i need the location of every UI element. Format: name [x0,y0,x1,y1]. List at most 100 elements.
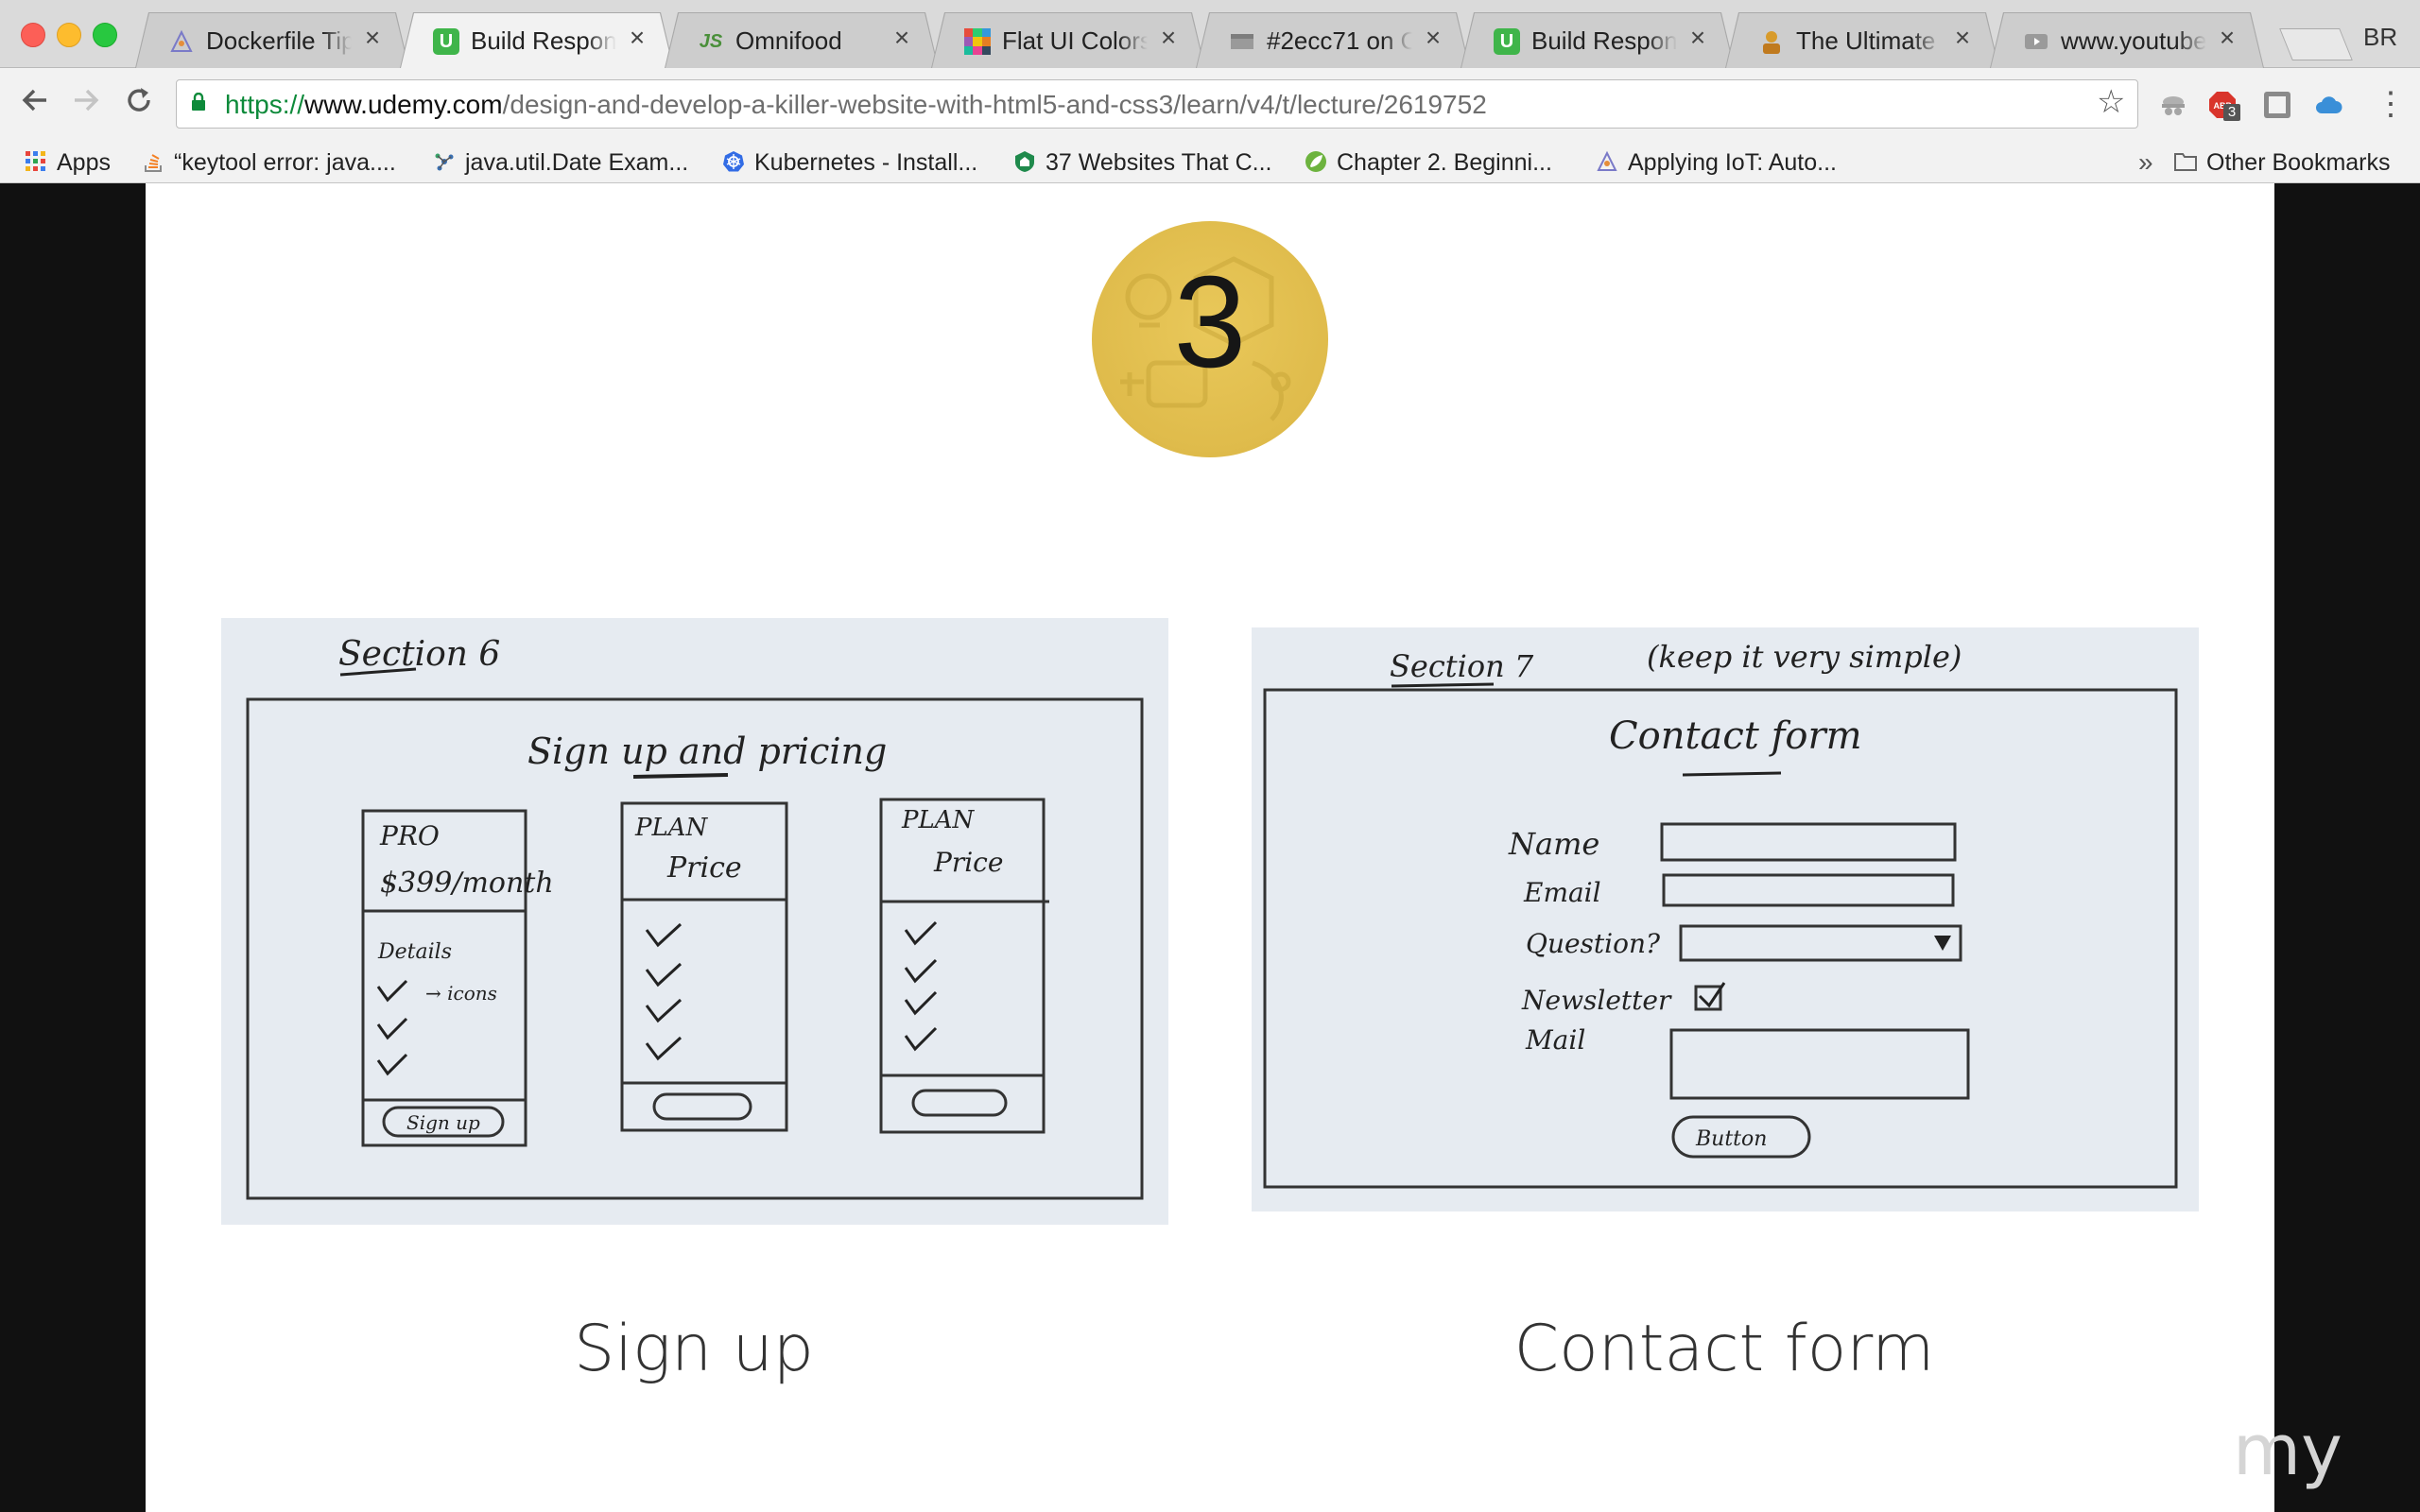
tab-build-responsive[interactable]: U Build Responsive × [1461,13,1734,68]
bookmark-kubernetes[interactable]: Kubernetes - Install... [722,142,977,183]
window-maximize-button[interactable] [93,23,117,47]
bookmark-label: “keytool error: java.... [174,149,396,176]
bookmark-label: Applying IoT: Auto... [1628,149,1837,176]
youtube-icon [2023,28,2049,55]
plan-name: PLAN [634,814,709,842]
sketch-note: (keep it very simple) [1647,639,1962,675]
bookmark-label: 37 Websites That C... [1046,149,1272,176]
bookmark-java-util-date[interactable]: java.util.Date Exam... [433,142,688,183]
kebab-menu-icon[interactable]: ⋮ [2375,85,2407,123]
sketch-title: Sign up and pricing [527,730,887,772]
tab-youtube[interactable]: www.youtube.c × [1991,13,2263,68]
tab-title: The Ultimate P [1796,26,1942,55]
reload-icon[interactable] [119,83,159,123]
bookmark-applying-iot[interactable]: Applying IoT: Auto... [1596,142,1837,183]
plan-name: PRO [379,820,440,851]
url-path: /design-and-develop-a-killer-website-wit… [502,90,1487,119]
tab-flat-ui-colors[interactable]: Flat UI Colors - × [932,13,1204,68]
close-tab-icon[interactable]: × [1420,25,1446,51]
plan-price: Price [933,847,1003,878]
js-icon: JS [699,31,723,52]
forward-arrow-icon[interactable] [66,83,106,123]
plan-feature: → icons [425,982,497,1005]
tab-title: Omnifood [735,26,842,55]
bookmark-chapter-2[interactable]: Chapter 2. Beginni... [1305,142,1552,183]
stackoverflow-icon [145,154,162,173]
bookmark-apps[interactable]: Apps [25,142,111,183]
tab-title: Dockerfile Tips [206,26,352,55]
grey-page-icon [1229,28,1255,55]
step-number: 3 [1173,249,1247,395]
url-scheme: https:// [225,90,305,119]
plan-feature: Details [377,940,452,964]
udemy-watermark: my [2233,1410,2342,1491]
window-minimize-button[interactable] [57,23,81,47]
form-label: Name [1508,826,1599,862]
pen-icon [168,28,195,55]
tab-build-responsive-active[interactable]: U Build Responsive × [401,13,673,68]
bookmark-star-icon[interactable]: ☆ [2097,83,2125,121]
sketch-heading: Section 7 [1390,648,1534,684]
plan-price: Price [666,851,742,885]
close-tab-icon[interactable]: × [2214,25,2240,51]
bookmark-37-websites[interactable]: 37 Websites That C... [1013,142,1271,183]
bookmark-keytool-error[interactable]: “keytool error: java.... [142,142,396,183]
spring-icon [1305,151,1326,173]
tab-dockerfile-tips[interactable]: Dockerfile Tips × [136,13,408,68]
form-label: Email [1523,877,1601,908]
folder-icon [2174,153,2197,172]
shield-icon [1015,151,1034,173]
tab-omnifood[interactable]: JS Omnifood × [666,13,938,68]
tab-2ecc71[interactable]: #2ecc71 on Ot × [1197,13,1469,68]
color-grid-icon [964,28,991,55]
cloud-extension-icon[interactable] [2314,91,2342,119]
sketch-title: Contact form [1609,714,1862,758]
url-host: www.udemy.com [304,90,503,119]
kubernetes-icon [723,151,744,172]
signup-caption: Sign up [574,1312,814,1386]
tab-title: Build Responsive [471,26,616,55]
other-bookmarks-folder[interactable]: Other Bookmarks [2174,142,2391,183]
url-text[interactable]: https://www.udemy.com/design-and-develop… [225,90,1487,120]
contact-form-sketch: Section 7 (keep it very simple) Contact … [1252,627,2199,1211]
window-close-button[interactable] [21,23,45,47]
tab-title: Build Responsive [1531,26,1677,55]
form-label: Question? [1526,928,1661,959]
plan-name: PLAN [901,806,976,834]
back-arrow-icon[interactable] [15,83,55,123]
bookmarks-overflow-chevron-icon[interactable]: » [2138,142,2153,183]
person-icon [1758,28,1785,55]
bookmark-label: Kubernetes - Install... [754,149,978,176]
form-button: Button [1695,1127,1767,1151]
dropdown-arrow-icon [1934,936,1951,951]
udemy-icon: U [433,28,459,55]
tab-title: Flat UI Colors - [1002,26,1148,55]
close-tab-icon[interactable]: × [624,25,650,51]
adblock-extension-icon[interactable]: ABP 3 [2208,91,2240,121]
signup-pricing-sketch: Section 6 Sign up and pricing PRO $399/m… [221,618,1168,1225]
profile-badge[interactable]: BR [2363,23,2397,52]
tab-the-ultimate[interactable]: The Ultimate P × [1726,13,1998,68]
plan-price: $399/month [380,867,554,900]
contact-form-caption: Contact form [1513,1312,1935,1386]
adblock-count-badge: 3 [2223,104,2240,121]
bookmark-label: Apps [57,149,111,176]
new-tab-button[interactable] [2279,28,2353,60]
form-label: Mail [1525,1024,1585,1056]
pen-icon [1597,151,1617,172]
screenshot-extension-icon[interactable] [2263,91,2291,119]
lock-icon [192,93,205,111]
sketch-heading: Section 6 [338,635,500,674]
udemy-icon: U [1494,28,1520,55]
close-tab-icon[interactable]: × [889,25,915,51]
close-tab-icon[interactable]: × [1949,25,1976,51]
molecule-icon [435,153,454,171]
bookmark-label: Chapter 2. Beginni... [1337,149,1552,176]
tab-title: www.youtube.c [2061,26,2206,55]
incognito-extension-icon[interactable] [2159,91,2187,119]
close-tab-icon[interactable]: × [1155,25,1182,51]
close-tab-icon[interactable]: × [1685,25,1711,51]
form-label: Newsletter [1521,985,1672,1016]
bookmark-label: java.util.Date Exam... [465,149,689,176]
close-tab-icon[interactable]: × [359,25,386,51]
